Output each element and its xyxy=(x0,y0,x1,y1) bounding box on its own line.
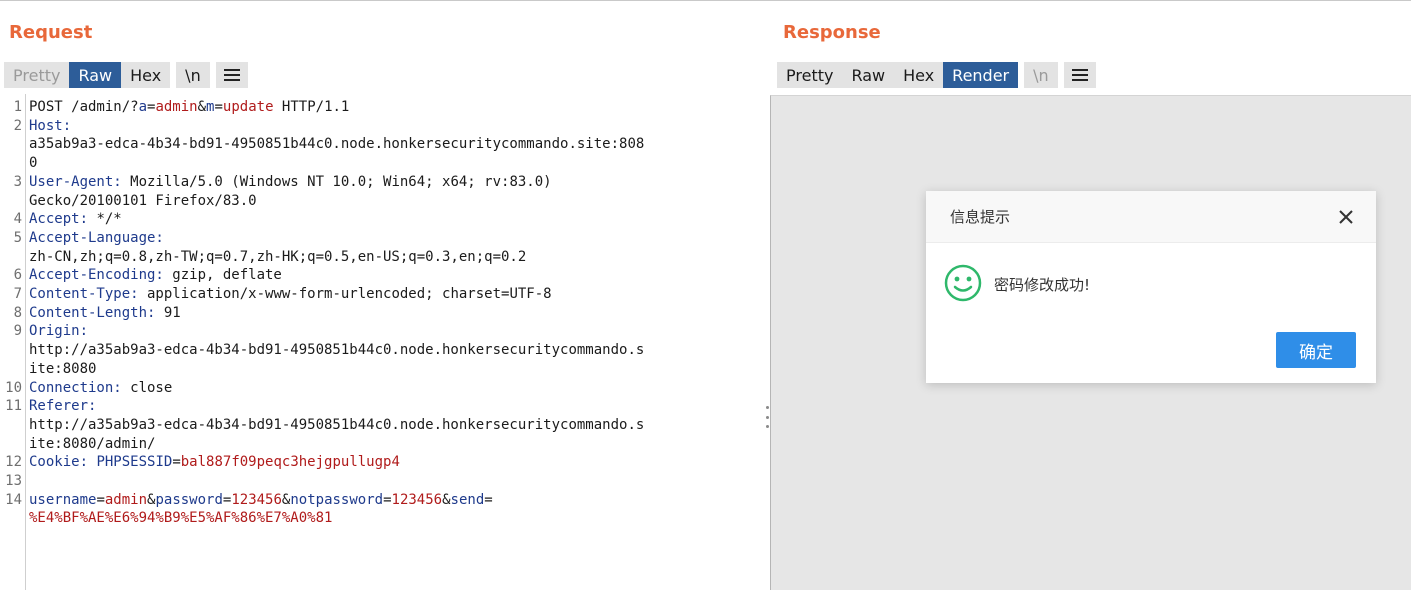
dialog-message: 密码修改成功! xyxy=(994,276,1091,294)
dialog-header: 信息提示 xyxy=(926,191,1376,243)
request-title: Request xyxy=(9,22,93,43)
line-number-gutter xyxy=(0,94,26,590)
response-menu-button[interactable] xyxy=(1063,62,1096,88)
dialog-title: 信息提示 xyxy=(950,208,1011,226)
response-tabbar: Pretty Raw Hex Render \n xyxy=(777,62,1096,88)
message-dialog: 信息提示 密码修改成功! 确定 xyxy=(926,191,1376,383)
pane-splitter-handle[interactable] xyxy=(765,406,769,428)
ok-button[interactable]: 确定 xyxy=(1276,332,1356,368)
request-tab-hex[interactable]: Hex xyxy=(121,62,171,88)
request-tab-pretty[interactable]: Pretty xyxy=(4,62,70,88)
request-tab-newline[interactable]: \n xyxy=(176,62,210,88)
request-tab-raw[interactable]: Raw xyxy=(69,62,122,88)
hamburger-icon xyxy=(1071,69,1088,81)
response-tab-render[interactable]: Render xyxy=(943,62,1019,88)
response-title: Response xyxy=(783,22,881,43)
response-tab-raw[interactable]: Raw xyxy=(842,62,895,88)
top-rule xyxy=(0,0,1411,3)
smiley-success-icon xyxy=(944,264,982,302)
request-tabbar: Pretty Raw Hex \n xyxy=(4,62,248,88)
response-tab-hex[interactable]: Hex xyxy=(894,62,944,88)
close-icon[interactable] xyxy=(1336,207,1356,227)
response-tab-pretty[interactable]: Pretty xyxy=(777,62,843,88)
hamburger-icon xyxy=(223,69,240,81)
response-tab-newline[interactable]: \n xyxy=(1024,62,1058,88)
request-menu-button[interactable] xyxy=(215,62,248,88)
request-editor[interactable]: 1 POST /admin/?a=admin&m=update HTTP/1.1… xyxy=(0,94,764,590)
